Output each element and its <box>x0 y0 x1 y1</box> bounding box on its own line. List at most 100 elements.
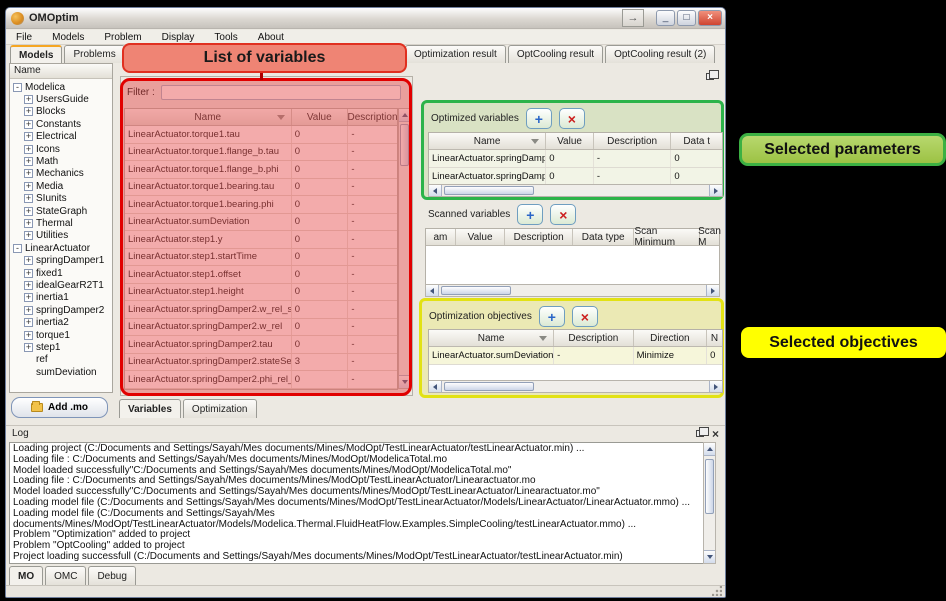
log-close-icon[interactable]: × <box>712 429 719 439</box>
menu-item[interactable]: Models <box>42 32 94 43</box>
close-button[interactable]: × <box>698 10 722 26</box>
scroll-down-icon[interactable] <box>704 550 715 563</box>
optimized-variables-header[interactable]: Name Value Description Data t <box>429 133 722 150</box>
tree-item[interactable]: + torque1 <box>10 329 112 341</box>
resize-grip[interactable] <box>712 586 722 596</box>
tree-expander-icon[interactable]: + <box>24 169 33 178</box>
menu-item[interactable]: About <box>248 32 294 43</box>
tree-item[interactable]: + Electrical <box>10 131 112 143</box>
tree-header-name[interactable]: Name <box>10 64 112 79</box>
scroll-left-icon[interactable] <box>426 285 439 296</box>
col-name[interactable]: Name <box>429 330 554 346</box>
col-name[interactable]: Name <box>429 133 546 149</box>
tab-mo[interactable]: MO <box>9 566 43 585</box>
scrollbar-thumb[interactable] <box>444 186 534 195</box>
col-scan-maximum[interactable]: Scan M <box>700 229 719 245</box>
col-description[interactable]: Description <box>594 133 671 149</box>
tree-expander-icon[interactable]: + <box>24 343 33 352</box>
menu-item[interactable]: File <box>6 32 42 43</box>
tree-item[interactable]: + Utilities <box>10 230 112 242</box>
scrollbar-thumb[interactable] <box>444 382 534 391</box>
menu-item[interactable]: Tools <box>204 32 247 43</box>
log-output[interactable]: Loading project (C:/Documents and Settin… <box>9 442 703 564</box>
menu-item[interactable]: Problem <box>94 32 151 43</box>
add-scanned-variable-button[interactable]: + <box>517 204 543 225</box>
menu-item[interactable]: Display <box>152 32 205 43</box>
tree-expander-icon[interactable]: + <box>24 107 33 116</box>
tree-expander-icon[interactable]: + <box>24 95 33 104</box>
col-description[interactable]: Description <box>505 229 573 245</box>
tree-item[interactable]: ref <box>10 354 112 366</box>
toolbar-overflow-button[interactable]: → <box>622 9 644 27</box>
tab-optcooling-result[interactable]: OptCooling result <box>508 45 603 63</box>
tree-item[interactable]: + StateGraph <box>10 205 112 217</box>
scroll-right-icon[interactable] <box>709 185 722 196</box>
tree-item[interactable]: + inertia2 <box>10 316 112 328</box>
tree-item[interactable]: + idealGearR2T1 <box>10 279 112 291</box>
scrollbar-thumb[interactable] <box>441 286 511 295</box>
tree-item[interactable]: + UsersGuide <box>10 93 112 105</box>
log-scrollbar[interactable] <box>703 442 716 564</box>
scroll-left-icon[interactable] <box>429 381 442 392</box>
dock-float-icon[interactable] <box>706 67 714 85</box>
tab-models[interactable]: Models <box>10 45 62 63</box>
tree-item[interactable]: + springDamper1 <box>10 254 112 266</box>
tree-expander-icon[interactable]: + <box>24 132 33 141</box>
tree-item[interactable]: - LinearActuator <box>10 242 112 254</box>
tree-item[interactable]: + SIunits <box>10 193 112 205</box>
col-direction[interactable]: Direction <box>634 330 708 346</box>
tree-expander-icon[interactable]: + <box>24 318 33 327</box>
tree-item[interactable]: + Mechanics <box>10 168 112 180</box>
col-value[interactable]: Value <box>546 133 594 149</box>
scroll-left-icon[interactable] <box>429 185 442 196</box>
objectives-header[interactable]: Name Description Direction N <box>429 330 722 347</box>
tree-expander-icon[interactable]: + <box>24 219 33 228</box>
tree-item[interactable]: + step1 <box>10 341 112 353</box>
tree-item[interactable]: + Math <box>10 155 112 167</box>
tree-expander-icon[interactable]: + <box>24 293 33 302</box>
add-optimized-variable-button[interactable]: + <box>526 108 552 129</box>
tree-expander-icon[interactable]: + <box>24 281 33 290</box>
tree-expander-icon[interactable]: + <box>24 231 33 240</box>
tab-omc[interactable]: OMC <box>45 566 86 585</box>
tree-expander-icon[interactable]: + <box>24 256 33 265</box>
scroll-right-icon[interactable] <box>709 381 722 392</box>
tree-expander-icon[interactable]: + <box>24 306 33 315</box>
tree-expander-icon[interactable]: + <box>24 145 33 154</box>
tree-item[interactable]: + inertia1 <box>10 292 112 304</box>
tree-expander-icon[interactable]: - <box>13 83 22 92</box>
add-mo-button[interactable]: Add .mo <box>11 397 108 418</box>
tab-optimization-result[interactable]: Optimization result <box>405 45 506 63</box>
objectives-hscrollbar[interactable] <box>428 380 723 393</box>
scanned-variables-hscrollbar[interactable] <box>425 284 720 297</box>
tab-problems[interactable]: Problems <box>64 45 124 63</box>
remove-optimized-variable-button[interactable]: × <box>559 108 585 129</box>
tree-expander-icon[interactable]: - <box>13 244 22 253</box>
col-datatype[interactable]: Data t <box>671 133 722 149</box>
tree-expander-icon[interactable]: + <box>24 157 33 166</box>
tab-optcooling-result-2[interactable]: OptCooling result (2) <box>605 45 715 63</box>
remove-scanned-variable-button[interactable]: × <box>550 204 576 225</box>
col-scan-minimum[interactable]: Scan Minimum <box>634 229 700 245</box>
tree-item[interactable]: + Blocks <box>10 106 112 118</box>
scrollbar-thumb[interactable] <box>705 459 714 514</box>
tree-expander-icon[interactable]: + <box>24 207 33 216</box>
tree-item[interactable]: + Icons <box>10 143 112 155</box>
tree-item[interactable]: + springDamper2 <box>10 304 112 316</box>
table-row[interactable]: LinearActuator.springDamper2.d 0 - 0 <box>429 150 722 168</box>
tree-item[interactable]: + Constants <box>10 118 112 130</box>
add-objective-button[interactable]: + <box>539 306 565 327</box>
tree-expander-icon[interactable]: + <box>24 269 33 278</box>
col-description[interactable]: Description <box>554 330 633 346</box>
tree-expander-icon[interactable]: + <box>24 120 33 129</box>
tree-expander-icon[interactable]: + <box>24 194 33 203</box>
tree-expander-icon[interactable]: + <box>24 182 33 191</box>
tab-variables[interactable]: Variables <box>119 399 181 418</box>
col-name[interactable]: am <box>426 229 456 245</box>
tree-item[interactable]: + Thermal <box>10 217 112 229</box>
remove-objective-button[interactable]: × <box>572 306 598 327</box>
optimized-variables-hscrollbar[interactable] <box>428 184 723 197</box>
title-bar[interactable]: OMOptim → _ □ × <box>6 8 725 29</box>
tree-item[interactable]: + Media <box>10 180 112 192</box>
tree-item[interactable]: - Modelica <box>10 81 112 93</box>
